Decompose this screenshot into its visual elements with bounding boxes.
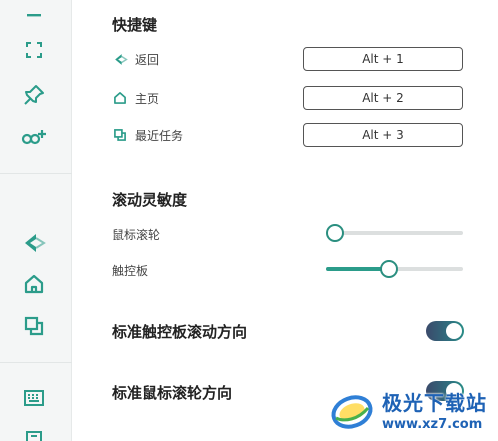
sidebar-divider (0, 362, 72, 363)
minimize-icon[interactable] (21, 2, 47, 28)
touchpad-slider[interactable] (326, 259, 463, 279)
fullscreen-icon[interactable] (21, 37, 47, 63)
watermark-logo-icon (328, 386, 376, 434)
recent-tasks-icon (112, 127, 128, 143)
slider-thumb[interactable] (379, 260, 398, 278)
touchpad-label: 触控板 (112, 264, 149, 278)
pin-icon[interactable] (21, 82, 47, 108)
recent-tasks-icon[interactable] (21, 313, 47, 339)
shortcut-label: 最近任务 (135, 128, 184, 143)
toggle-knob (446, 323, 462, 339)
slider-thumb[interactable] (326, 224, 344, 242)
home-icon[interactable] (21, 271, 47, 297)
slider-track (326, 231, 463, 235)
sidebar-divider (0, 173, 72, 174)
watermark: 极光下载站 www.xz7.com (328, 378, 498, 441)
scroll-sensitivity-title: 滚动灵敏度 (112, 191, 188, 209)
more-icon[interactable] (21, 425, 47, 441)
back-icon (112, 51, 128, 67)
keyboard-icon[interactable] (21, 385, 47, 411)
shortcut-label: 主页 (135, 91, 160, 106)
add-link-icon[interactable] (21, 124, 47, 150)
shortcut-row-home: 主页 (112, 86, 159, 110)
watermark-text: 极光下载站 www.xz7.com (382, 387, 487, 432)
shortcut-key-home[interactable]: Alt + 2 (303, 86, 463, 110)
back-icon[interactable] (21, 230, 47, 256)
mouse-wheel-label: 鼠标滚轮 (112, 228, 161, 242)
shortcut-key-back[interactable]: Alt + 1 (303, 47, 463, 71)
settings-panel: 快捷键 返回 Alt + 1 主页 Alt + 2 最近任务 Alt + 3 滚… (72, 0, 498, 441)
touchpad-direction-toggle[interactable] (426, 321, 464, 341)
shortcut-row-recent: 最近任务 (112, 123, 183, 147)
mouse-wheel-slider[interactable] (326, 223, 463, 243)
shortcuts-title: 快捷键 (112, 16, 158, 34)
shortcut-key-recent[interactable]: Alt + 3 (303, 123, 463, 147)
sidebar (0, 0, 72, 441)
home-icon (112, 90, 128, 106)
touchpad-direction-label: 标准触控板滚动方向 (112, 323, 248, 341)
shortcut-row-back: 返回 (112, 47, 159, 71)
shortcut-label: 返回 (135, 52, 160, 67)
watermark-url: www.xz7.com (382, 417, 483, 432)
watermark-name: 极光下载站 (382, 391, 487, 415)
mouse-direction-label: 标准鼠标滚轮方向 (112, 384, 233, 402)
